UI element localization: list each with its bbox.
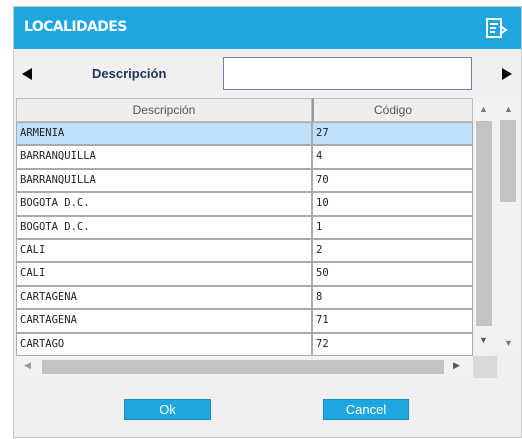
column-header-descripcion[interactable]: Descripción	[16, 98, 312, 122]
grid-header: Descripción Código	[16, 98, 473, 122]
cancel-button[interactable]: Cancel	[323, 399, 409, 420]
table-row[interactable]: ARMENIA 27	[16, 122, 473, 146]
table-row[interactable]: CARTAGO 72	[16, 332, 473, 356]
table-row[interactable]: CALI 2	[16, 238, 473, 263]
table-row[interactable]: BARRANQUILLA 4	[16, 145, 473, 169]
scroll-down-icon[interactable]: ▼	[479, 335, 488, 345]
search-input[interactable]	[223, 57, 472, 90]
scrollbar-thumb[interactable]	[42, 360, 444, 374]
title-bar: LOCALIDADES	[14, 7, 521, 49]
cell-codigo[interactable]: 70	[312, 168, 473, 193]
cell-descripcion[interactable]: CALI	[16, 238, 312, 263]
cell-codigo[interactable]: 2	[312, 238, 473, 263]
table-row[interactable]: CARTAGENA 71	[16, 309, 473, 333]
table-row[interactable]: BARRANQUILLA 70	[16, 168, 473, 193]
search-bar: Descripción	[14, 54, 521, 96]
cell-codigo[interactable]: 1	[312, 215, 473, 239]
cell-codigo[interactable]: 4	[312, 145, 473, 169]
table-row[interactable]: BOGOTA D.C. 10	[16, 192, 473, 216]
scrollbar-thumb[interactable]	[476, 121, 492, 326]
cell-codigo[interactable]: 50	[312, 262, 473, 286]
cell-codigo[interactable]: 27	[312, 122, 473, 146]
table-row[interactable]: BOGOTA D.C. 1	[16, 215, 473, 239]
cell-descripcion[interactable]: BOGOTA D.C.	[16, 192, 312, 216]
grid-vertical-scrollbar[interactable]: ▲ ▼	[474, 98, 494, 354]
cell-codigo[interactable]: 10	[312, 192, 473, 216]
cell-descripcion[interactable]: CARTAGENA	[16, 285, 312, 310]
cell-descripcion[interactable]: BARRANQUILLA	[16, 168, 312, 193]
scrollbar-thumb[interactable]	[500, 120, 516, 202]
results-grid: Descripción Código ARMENIA 27 BARRANQUILLA…	[16, 98, 519, 385]
scroll-up-icon[interactable]: ▲	[479, 104, 488, 114]
cell-descripcion[interactable]: BOGOTA D.C.	[16, 215, 312, 239]
cell-descripcion[interactable]: CARTAGO	[16, 332, 312, 356]
scrollbar-corner	[473, 356, 497, 378]
table-row[interactable]: CARTAGENA 8	[16, 285, 473, 310]
cell-codigo[interactable]: 71	[312, 309, 473, 333]
arrow-right-icon[interactable]	[500, 67, 514, 86]
dialog-title: LOCALIDADES	[24, 19, 127, 35]
grid-rows: ARMENIA 27 BARRANQUILLA 4 BARRANQUILLA 70 BOGO…	[16, 122, 473, 356]
cell-descripcion[interactable]: CALI	[16, 262, 312, 286]
cell-codigo[interactable]: 8	[312, 285, 473, 310]
list-settings-icon[interactable]	[484, 16, 510, 40]
cell-descripcion[interactable]: CARTAGENA	[16, 309, 312, 333]
search-label: Descripción	[92, 66, 167, 81]
scroll-up-icon[interactable]: ▲	[504, 104, 513, 114]
scroll-down-icon[interactable]: ▼	[504, 338, 513, 348]
cell-descripcion[interactable]: ARMENIA	[16, 122, 312, 146]
table-row[interactable]: CALI 50	[16, 262, 473, 286]
column-header-codigo[interactable]: Código	[312, 98, 473, 122]
grid-horizontal-scrollbar[interactable]: ◀ ▶	[16, 356, 471, 378]
cell-codigo[interactable]: 72	[312, 332, 473, 356]
outer-vertical-scrollbar[interactable]: ▲ ▼	[498, 98, 519, 354]
arrow-left-icon[interactable]	[20, 67, 34, 86]
localidades-dialog: LOCALIDADES Descripción Descripción Códi…	[13, 6, 522, 438]
cell-descripcion[interactable]: BARRANQUILLA	[16, 145, 312, 169]
scroll-left-icon[interactable]: ◀	[24, 360, 31, 371]
scroll-right-icon[interactable]: ▶	[453, 360, 460, 371]
ok-button[interactable]: Ok	[124, 399, 211, 420]
